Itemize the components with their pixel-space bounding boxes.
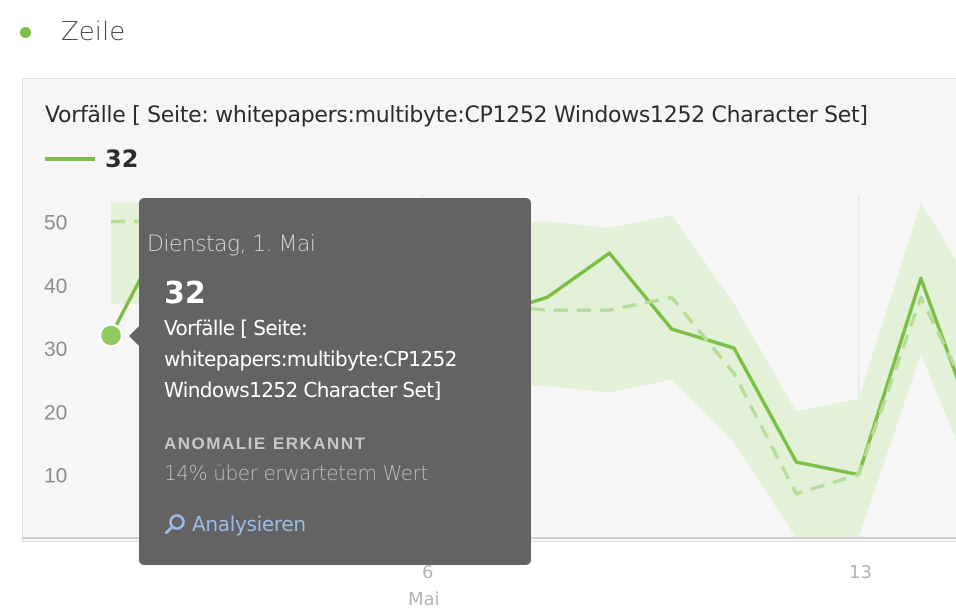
x-tick-label: 6 [422, 562, 434, 583]
y-axis-ticks: 10 20 30 40 50 [44, 212, 67, 488]
y-tick-label: 50 [44, 212, 67, 235]
tooltip-date: Dienstag, 1. Mai [147, 232, 316, 257]
y-tick-label: 20 [44, 401, 67, 424]
y-tick-label: 30 [44, 338, 67, 361]
anomaly-label: ANOMALIE ERKANNT [164, 434, 367, 453]
highlighted-point [98, 323, 124, 348]
anomaly-detail: 14% über erwartetem Wert [164, 461, 428, 485]
tooltip: Dienstag, 1. Mai 32 Vorfälle [ Seite: wh… [129, 198, 531, 565]
x-tick-13: 13 [849, 562, 872, 583]
analyze-label: Analysieren [192, 512, 306, 536]
search-icon [165, 514, 185, 534]
x-tick-label: 13 [849, 562, 872, 583]
x-tick-6: 6 Mai [408, 562, 440, 610]
x-tick-sublabel: Mai [408, 589, 440, 610]
y-tick-label: 40 [44, 275, 67, 298]
analyze-link[interactable]: Analysieren [164, 512, 306, 536]
y-tick-label: 10 [44, 465, 67, 488]
tooltip-arrow [129, 326, 139, 346]
tooltip-metric: Vorfälle [ Seite: whitepapers:multibyte:… [164, 316, 457, 402]
tooltip-value: 32 [164, 276, 206, 311]
